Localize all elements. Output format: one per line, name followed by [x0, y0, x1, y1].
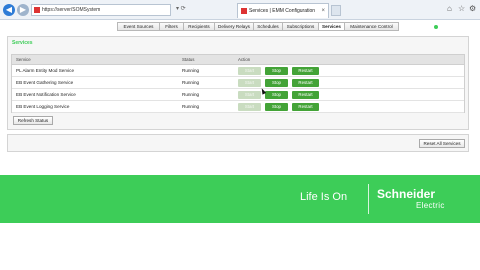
stop-button[interactable]: Stop [265, 103, 288, 111]
service-name: EB Event Logging Service [16, 104, 70, 109]
panel-title: Services [12, 40, 33, 46]
restart-button[interactable]: Restart [292, 79, 319, 87]
table-row: EB Event Logging Service Running Start S… [12, 101, 464, 113]
app-nav-tabs: Event Sources Filters Recipients Deliver… [117, 22, 399, 31]
reset-all-services-button[interactable]: Reset All Services [419, 139, 465, 148]
start-button[interactable]: Start [238, 79, 261, 87]
service-name: PL Alarm Entity Mod Service [16, 68, 75, 73]
footer-divider [368, 184, 369, 214]
home-icon[interactable]: ⌂ [447, 4, 452, 13]
back-button[interactable]: ◀ [3, 4, 15, 16]
tab-event-sources[interactable]: Event Sources [117, 22, 159, 31]
service-status: Running [182, 92, 200, 97]
address-text: https://server/SOMSystem [42, 7, 101, 13]
tab-schedules[interactable]: Schedules [253, 22, 282, 31]
stop-button[interactable]: Stop [265, 91, 288, 99]
tagline: Life Is On [300, 191, 348, 203]
stop-button[interactable]: Stop [265, 79, 288, 87]
tab-favicon-icon [241, 8, 247, 14]
tab-filters[interactable]: Filters [159, 22, 183, 31]
table-row: EB Event Notification Service Running St… [12, 89, 464, 101]
table-row: EB Event Gathering Service Running Start… [12, 77, 464, 89]
stop-button[interactable]: Stop [265, 67, 288, 75]
start-button[interactable]: Start [238, 103, 261, 111]
start-button[interactable]: Start [238, 91, 261, 99]
tab-maintenance-control[interactable]: Maintenance Control [344, 22, 399, 31]
column-action: Action [238, 57, 251, 62]
site-icon [34, 7, 40, 13]
tab-delivery-relays[interactable]: Delivery Relays [214, 22, 253, 31]
table-header: Service Status Action [12, 55, 464, 65]
brand-name-line2: Electric [416, 201, 445, 210]
start-button[interactable]: Start [238, 67, 261, 75]
brand-name: Schneider [377, 187, 436, 201]
forward-button[interactable]: ▶ [17, 4, 29, 16]
browser-toolbar: ◀ ▶ https://server/SOMSystem ▾ ⟳ Service… [0, 0, 480, 20]
favorites-icon[interactable]: ☆ [458, 4, 465, 13]
browser-tab[interactable]: Services | EMM Configuration × [237, 3, 329, 18]
tab-subscriptions[interactable]: Subscriptions [282, 22, 318, 31]
address-bar[interactable]: https://server/SOMSystem [31, 4, 171, 16]
restart-button[interactable]: Restart [292, 67, 319, 75]
table-row: PL Alarm Entity Mod Service Running Star… [12, 65, 464, 77]
service-status: Running [182, 104, 200, 109]
tab-recipients[interactable]: Recipients [183, 22, 214, 31]
service-name: EB Event Gathering Service [16, 80, 74, 85]
services-table: Service Status Action PL Alarm Entity Mo… [11, 54, 465, 113]
column-status: Status [182, 57, 195, 62]
settings-gear-icon[interactable]: ⚙ [469, 4, 476, 13]
tab-title: Services | EMM Configuration [249, 8, 316, 14]
service-status: Running [182, 80, 200, 85]
column-service: Service [16, 57, 31, 62]
tab-services[interactable]: Services [318, 22, 344, 31]
services-panel: Services Service Status Action PL Alarm … [7, 36, 469, 130]
reset-panel: Reset All Services [7, 134, 469, 152]
tab-close-icon[interactable]: × [321, 4, 325, 18]
restart-button[interactable]: Restart [292, 103, 319, 111]
refresh-status-button[interactable]: Refresh Status [13, 116, 53, 125]
address-controls[interactable]: ▾ ⟳ [176, 5, 186, 12]
service-name: EB Event Notification Service [16, 92, 76, 97]
new-tab-button[interactable] [331, 5, 341, 16]
connection-status-icon [434, 25, 438, 29]
brand-footer: Life Is On Schneider Electric [0, 175, 480, 223]
restart-button[interactable]: Restart [292, 91, 319, 99]
service-status: Running [182, 68, 200, 73]
